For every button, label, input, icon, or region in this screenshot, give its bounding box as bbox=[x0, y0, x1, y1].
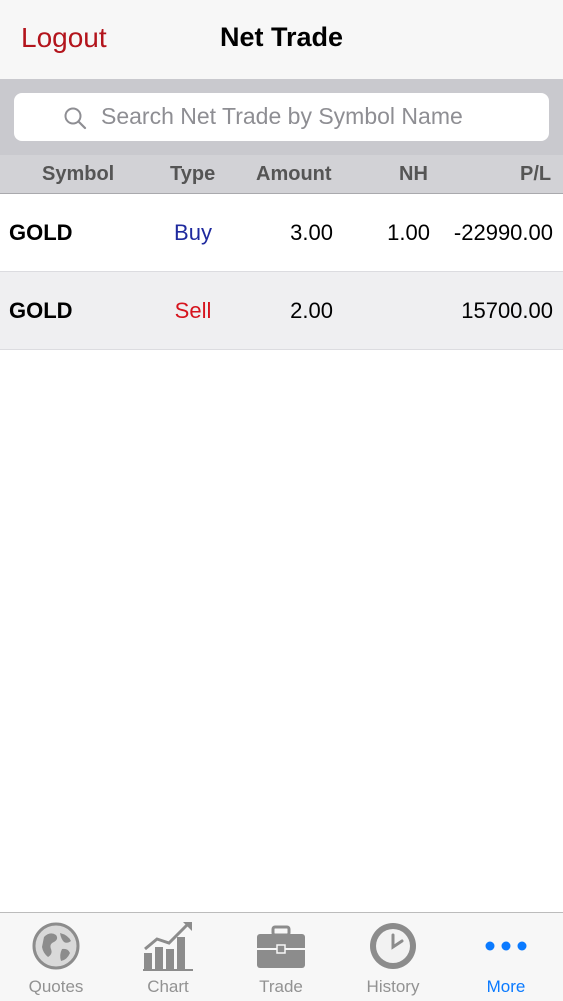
column-header-pl: P/L bbox=[520, 163, 552, 185]
tab-more[interactable]: More bbox=[450, 913, 562, 1001]
table-header: Symbol Type Amount NH P/L bbox=[0, 155, 563, 194]
symbol-cell: GOLD bbox=[9, 298, 73, 323]
search-placeholder: Search Net Trade by Symbol Name bbox=[101, 103, 463, 129]
column-header-type: Type bbox=[170, 163, 216, 185]
tab-label: Trade bbox=[259, 977, 303, 996]
tab-quotes[interactable]: Quotes bbox=[0, 913, 112, 1001]
type-cell: Sell bbox=[174, 298, 212, 323]
tab-label: History bbox=[366, 977, 420, 996]
tab-trade[interactable]: Trade bbox=[225, 913, 337, 1001]
tab-label: More bbox=[486, 977, 526, 996]
clock-icon bbox=[370, 923, 416, 969]
amount-cell: 2.00 bbox=[290, 298, 333, 323]
search-icon bbox=[64, 107, 87, 130]
navigation-bar: Logout Net Trade bbox=[0, 0, 563, 79]
pl-cell: -22990.00 bbox=[453, 220, 553, 245]
page-title: Net Trade bbox=[219, 22, 344, 52]
symbol-cell: GOLD bbox=[9, 220, 73, 245]
tab-bar: Quotes Chart Trade History More bbox=[0, 912, 563, 1001]
chart-icon bbox=[143, 922, 193, 971]
tab-chart[interactable]: Chart bbox=[112, 913, 224, 1001]
column-header-symbol: Symbol bbox=[42, 163, 115, 185]
type-cell: Buy bbox=[174, 220, 212, 245]
amount-cell: 3.00 bbox=[290, 220, 333, 245]
more-dots-icon bbox=[485, 941, 527, 951]
search-input[interactable]: Search Net Trade by Symbol Name bbox=[14, 93, 549, 141]
globe-icon bbox=[32, 922, 80, 970]
tab-label: Chart bbox=[147, 977, 189, 996]
table-row[interactable]: GOLD Sell 2.00 15700.00 bbox=[0, 272, 563, 350]
pl-cell: 15700.00 bbox=[461, 298, 553, 323]
tab-label: Quotes bbox=[28, 977, 84, 996]
column-header-amount: Amount bbox=[256, 163, 332, 185]
column-header-nh: NH bbox=[399, 163, 428, 185]
search-bar: Search Net Trade by Symbol Name bbox=[0, 79, 563, 155]
tab-history[interactable]: History bbox=[337, 913, 449, 1001]
nh-cell: 1.00 bbox=[387, 220, 430, 245]
table-row[interactable]: GOLD Buy 3.00 1.00 -22990.00 bbox=[0, 194, 563, 272]
briefcase-icon bbox=[257, 925, 305, 968]
